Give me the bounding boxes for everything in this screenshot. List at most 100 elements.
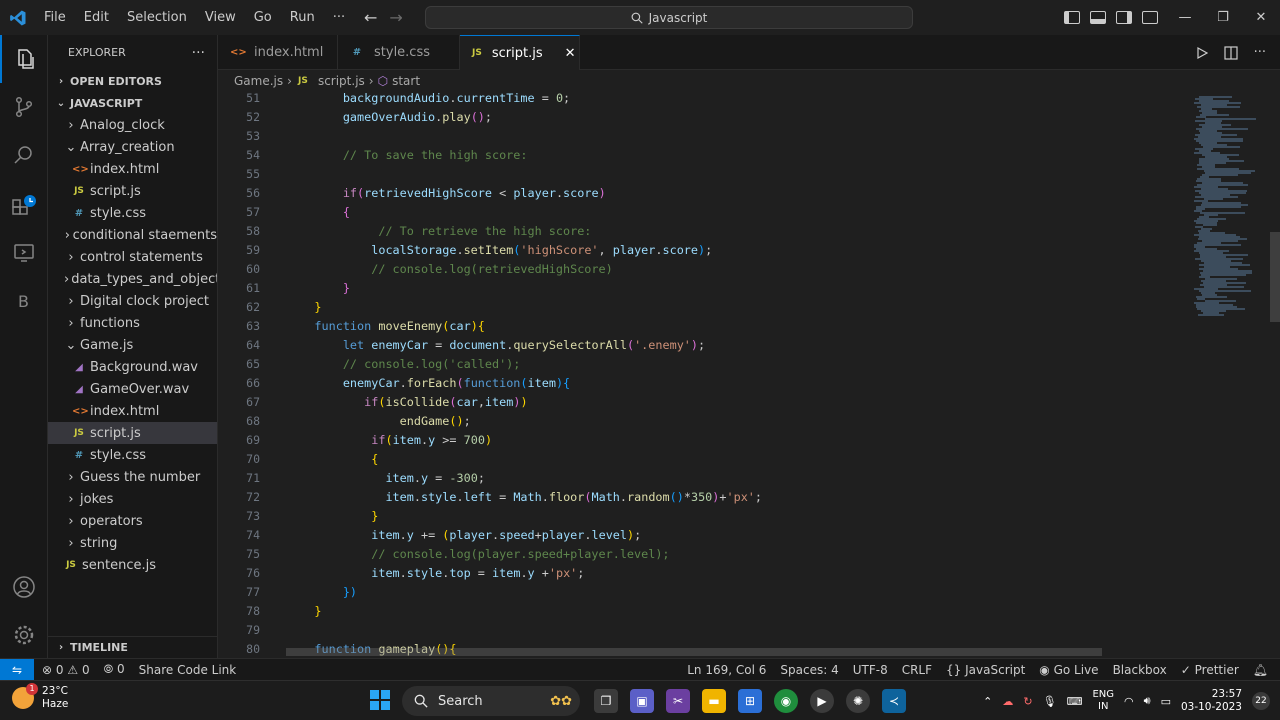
workspace-root-section[interactable]: ⌄ JAVASCRIPT <box>48 92 217 114</box>
tree-item[interactable]: › control statements <box>48 246 217 268</box>
explorer-more-button[interactable]: ··· <box>192 45 205 61</box>
prettier-status[interactable]: ✓ Prettier <box>1181 663 1239 677</box>
tree-item[interactable]: JS script.js <box>48 422 217 444</box>
clock[interactable]: 23:57 03-10-2023 <box>1181 688 1242 714</box>
open-editors-section[interactable]: › OPEN EDITORS <box>48 70 217 92</box>
tree-item[interactable]: JS script.js <box>48 180 217 202</box>
taskbar-search[interactable]: Search ✿✿ <box>402 686 580 716</box>
notifications-bell-icon[interactable]: 🔔︎ <box>1253 663 1268 677</box>
language-mode[interactable]: {} JavaScript <box>946 663 1025 677</box>
breadcrumb-folder[interactable]: Game.js <box>234 74 283 88</box>
customize-layout-icon[interactable] <box>1142 11 1158 24</box>
tab-style-css[interactable]: # style.css <box>338 35 460 70</box>
tree-item[interactable]: ⌄ Game.js <box>48 334 217 356</box>
tree-item[interactable]: # style.css <box>48 202 217 224</box>
tray-app-icon[interactable]: ☁ <box>1002 695 1013 708</box>
toggle-secondary-sidebar-icon[interactable] <box>1116 11 1132 24</box>
remote-indicator-icon[interactable]: ⇋ <box>0 658 34 681</box>
keyboard-icon[interactable]: ⌨ <box>1067 695 1083 708</box>
vscode-taskbar-icon[interactable]: ≺ <box>882 689 906 713</box>
back-arrow-icon[interactable]: ← <box>364 8 377 27</box>
chatgpt-icon[interactable]: ✺ <box>846 689 870 713</box>
volume-icon[interactable]: 🔊︎ <box>1144 694 1151 708</box>
menu-file[interactable]: File <box>35 0 75 35</box>
run-code-icon[interactable] <box>1196 46 1208 59</box>
chevron-up-icon[interactable]: ⌃ <box>983 695 992 708</box>
tree-item[interactable]: ⌄ Array_creation <box>48 136 217 158</box>
share-code-link[interactable]: Share Code Link <box>139 663 237 677</box>
code-editor[interactable]: 51 52 53 54 55 56 57 58 59 60 61 62 63 64 65 66 67 68 69 70… <box>218 92 1280 658</box>
tab-script-js[interactable]: JS script.js ✕ <box>460 35 580 70</box>
teams-chat-icon[interactable]: ▣ <box>630 689 654 713</box>
blackbox-icon[interactable]: B <box>0 277 48 325</box>
menu-more[interactable]: ··· <box>324 0 354 35</box>
source-control-icon[interactable] <box>0 83 48 131</box>
windows-start-icon[interactable] <box>370 690 390 710</box>
minimap[interactable] <box>1190 92 1270 658</box>
ports-indicator[interactable]: ⦾ 0 <box>104 662 125 677</box>
battery-icon[interactable]: ▭ <box>1161 695 1171 708</box>
tree-item[interactable]: ◢ Background.wav <box>48 356 217 378</box>
tree-item[interactable]: › Analog_clock <box>48 114 217 136</box>
tree-item[interactable]: › operators <box>48 510 217 532</box>
breadcrumb-file[interactable]: script.js <box>318 74 365 88</box>
go-live[interactable]: ◉ Go Live <box>1039 663 1098 677</box>
tree-item[interactable]: › string <box>48 532 217 554</box>
task-view-icon[interactable]: ❐ <box>594 689 618 713</box>
menu-view[interactable]: View <box>196 0 245 35</box>
tree-item[interactable]: JS sentence.js <box>48 554 217 576</box>
toggle-panel-icon[interactable] <box>1090 11 1106 24</box>
cursor-position[interactable]: Ln 169, Col 6 <box>687 663 766 677</box>
end-of-line[interactable]: CRLF <box>902 663 932 677</box>
horizontal-scrollbar[interactable] <box>286 648 1102 656</box>
menu-go[interactable]: Go <box>245 0 281 35</box>
settings-gear-icon[interactable] <box>0 611 48 659</box>
tree-item[interactable]: › conditional staements <box>48 224 217 246</box>
tree-item[interactable]: › functions <box>48 312 217 334</box>
notification-count[interactable]: 22 <box>1252 692 1270 710</box>
wifi-icon[interactable]: ◠ <box>1124 695 1134 708</box>
explorer-icon[interactable] <box>0 35 48 83</box>
maximize-button[interactable]: ❐ <box>1204 0 1242 35</box>
tray-sync-icon[interactable]: ↻ <box>1023 695 1032 708</box>
chrome-icon[interactable]: ◉ <box>774 689 798 713</box>
tree-item[interactable]: <> index.html <box>48 158 217 180</box>
encoding[interactable]: UTF-8 <box>853 663 888 677</box>
menu-run[interactable]: Run <box>281 0 324 35</box>
menu-selection[interactable]: Selection <box>118 0 196 35</box>
toggle-primary-sidebar-icon[interactable] <box>1064 11 1080 24</box>
media-player-icon[interactable]: ▶ <box>810 689 834 713</box>
accounts-icon[interactable] <box>0 563 48 611</box>
tree-item[interactable]: › Digital clock project <box>48 290 217 312</box>
tree-item[interactable]: # style.css <box>48 444 217 466</box>
tree-item[interactable]: ◢ GameOver.wav <box>48 378 217 400</box>
split-editor-icon[interactable] <box>1223 45 1238 60</box>
forward-arrow-icon[interactable]: → <box>389 8 402 27</box>
timeline-section[interactable]: › TIMELINE <box>48 636 218 658</box>
vertical-scrollbar[interactable] <box>1270 232 1280 322</box>
language-indicator[interactable]: ENG IN <box>1092 689 1114 713</box>
blackbox-status[interactable]: Blackbox <box>1113 663 1167 677</box>
microphone-icon[interactable]: 🎙︎ <box>1043 695 1057 708</box>
indentation[interactable]: Spaces: 4 <box>780 663 838 677</box>
problems-indicator[interactable]: ⊗ 0 ⚠ 0 <box>42 663 90 677</box>
tree-item[interactable]: › data_types_and_object <box>48 268 217 290</box>
tree-item[interactable]: › jokes <box>48 488 217 510</box>
close-window-button[interactable]: ✕ <box>1242 0 1280 35</box>
command-center-search[interactable]: Javascript <box>425 6 913 29</box>
tree-item[interactable]: <> index.html <box>48 400 217 422</box>
tab-index-html[interactable]: <> index.html <box>218 35 338 70</box>
weather-widget[interactable]: 1 23°C Haze <box>12 683 68 711</box>
minimize-button[interactable]: — <box>1166 0 1204 35</box>
breadcrumb-symbol[interactable]: start <box>392 74 420 88</box>
extensions-icon[interactable] <box>0 181 48 229</box>
microsoft-store-icon[interactable]: ⊞ <box>738 689 762 713</box>
menu-edit[interactable]: Edit <box>75 0 118 35</box>
close-tab-icon[interactable]: ✕ <box>565 46 576 61</box>
file-explorer-icon[interactable]: ▬ <box>702 689 726 713</box>
more-actions-icon[interactable]: ··· <box>1254 45 1266 60</box>
snipping-tool-icon[interactable]: ✂ <box>666 689 690 713</box>
search-icon[interactable] <box>0 131 48 179</box>
tree-item[interactable]: › Guess the number <box>48 466 217 488</box>
remote-explorer-icon[interactable] <box>0 229 48 277</box>
